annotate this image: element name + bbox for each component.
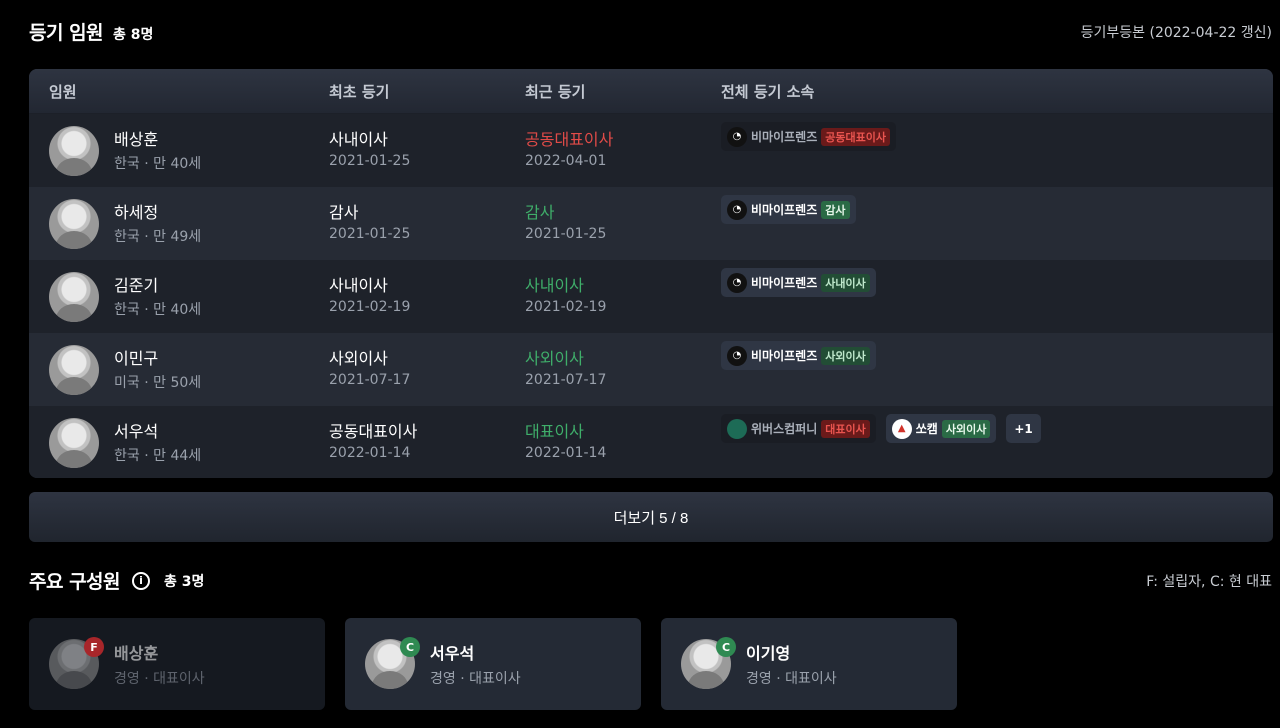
- role-tag: 대표이사: [821, 419, 870, 438]
- officers-count: 총 8명: [113, 27, 154, 43]
- avatar: [49, 418, 99, 468]
- table-row[interactable]: 김준기 한국 · 만 40세 사내이사 2021-02-19 사내이사 2021…: [29, 260, 1273, 333]
- avatar: [49, 345, 99, 395]
- recent-date: 2021-02-19: [525, 299, 607, 315]
- officers-title: 등기 임원: [29, 22, 104, 44]
- first-date: 2021-01-25: [329, 226, 411, 242]
- recent-date: 2022-04-01: [525, 153, 607, 169]
- member-card[interactable]: F 배상훈 경영 · 대표이사: [29, 618, 325, 710]
- first-date: 2021-01-25: [329, 153, 411, 169]
- first-role: 사외이사: [329, 349, 388, 368]
- header-recent-registration: 최근 등기: [525, 83, 586, 101]
- officers-table: 임원 최초 등기 최근 등기 전체 등기 소속 배상훈 한국 · 만 40세 사…: [29, 69, 1273, 478]
- member-role: 경영 · 대표이사: [746, 671, 837, 687]
- member-card[interactable]: C 서우석 경영 · 대표이사: [345, 618, 641, 710]
- first-date: 2022-01-14: [329, 445, 411, 461]
- members-legend: F: 설립자, C: 현 대표: [1146, 574, 1272, 590]
- recent-date: 2021-07-17: [525, 372, 607, 388]
- company-logo-icon: ◔: [727, 272, 747, 293]
- affiliation-chip[interactable]: 위버스컴퍼니 대표이사: [721, 414, 876, 443]
- affiliation-chip[interactable]: ▲ 쏘캠 사외이사: [885, 414, 997, 443]
- avatar: [49, 272, 99, 322]
- more-affiliations-button[interactable]: +1: [1006, 414, 1041, 443]
- ceo-badge: C: [400, 637, 420, 657]
- table-row[interactable]: 배상훈 한국 · 만 40세 사내이사 2021-01-25 공동대표이사 20…: [29, 114, 1273, 187]
- member-name: 배상훈: [114, 644, 159, 663]
- founder-badge: F: [84, 637, 104, 657]
- header-affiliations: 전체 등기 소속: [721, 83, 815, 101]
- members-header: 주요 구성원 i 총 3명: [29, 567, 204, 594]
- company-name: 비마이프렌즈: [751, 276, 818, 290]
- avatar: [49, 199, 99, 249]
- officer-meta: 미국 · 만 50세: [114, 375, 202, 391]
- officer-name[interactable]: 배상훈: [114, 126, 158, 150]
- recent-role: 사외이사: [525, 349, 584, 368]
- table-row[interactable]: 이민구 미국 · 만 50세 사외이사 2021-07-17 사외이사 2021…: [29, 333, 1273, 406]
- first-date: 2021-02-19: [329, 299, 411, 315]
- first-role: 감사: [329, 203, 359, 222]
- recent-role: 공동대표이사: [525, 130, 614, 149]
- table-header: 임원 최초 등기 최근 등기 전체 등기 소속: [29, 69, 1273, 113]
- officer-meta: 한국 · 만 44세: [114, 448, 202, 464]
- members-count: 총 3명: [164, 573, 205, 590]
- officer-name[interactable]: 서우석: [114, 418, 158, 442]
- officer-name[interactable]: 하세정: [114, 199, 158, 223]
- member-card[interactable]: C 이기영 경영 · 대표이사: [661, 618, 957, 710]
- company-logo-icon: ◔: [727, 126, 747, 147]
- role-tag: 사내이사: [821, 273, 870, 292]
- affiliations: ◔ 비마이프렌즈 공동대표이사: [721, 122, 896, 151]
- company-name: 비마이프렌즈: [751, 349, 818, 363]
- show-more-button[interactable]: 더보기 5 / 8: [29, 492, 1273, 542]
- member-name: 서우석: [430, 644, 475, 663]
- affiliations: ◔ 비마이프렌즈 감사: [721, 195, 856, 224]
- role-tag: 사외이사: [821, 346, 870, 365]
- table-row[interactable]: 서우석 한국 · 만 44세 공동대표이사 2022-01-14 대표이사 20…: [29, 406, 1273, 478]
- ceo-badge: C: [716, 637, 736, 657]
- officer-meta: 한국 · 만 40세: [114, 156, 202, 172]
- company-logo-icon: ◔: [727, 345, 747, 366]
- officer-meta: 한국 · 만 40세: [114, 302, 202, 318]
- company-name: 비마이프렌즈: [751, 130, 818, 144]
- role-tag: 사외이사: [941, 419, 991, 438]
- officer-name[interactable]: 이민구: [114, 345, 158, 369]
- info-icon[interactable]: i: [132, 571, 151, 590]
- first-role: 사내이사: [329, 130, 388, 149]
- affiliations: ◔ 비마이프렌즈 사외이사: [721, 341, 876, 370]
- recent-date: 2022-01-14: [525, 445, 607, 461]
- affiliations: ◔ 비마이프렌즈 사내이사: [721, 268, 876, 297]
- avatar: [49, 126, 99, 176]
- affiliation-chip[interactable]: ◔ 비마이프렌즈 사외이사: [721, 341, 876, 370]
- officer-meta: 한국 · 만 49세: [114, 229, 202, 245]
- first-role: 사내이사: [329, 276, 388, 295]
- table-row[interactable]: 하세정 한국 · 만 49세 감사 2021-01-25 감사 2021-01-…: [29, 187, 1273, 260]
- recent-date: 2021-01-25: [525, 226, 607, 242]
- member-name: 이기영: [746, 644, 791, 663]
- affiliation-chip[interactable]: ◔ 비마이프렌즈 사내이사: [721, 268, 876, 297]
- first-date: 2021-07-17: [329, 372, 411, 388]
- affiliation-chip[interactable]: ◔ 비마이프렌즈 공동대표이사: [721, 122, 896, 151]
- registry-source: 등기부등본 (2022-04-22 갱신): [1080, 25, 1272, 41]
- role-tag: 공동대표이사: [821, 127, 890, 146]
- members-title: 주요 구성원: [29, 571, 121, 593]
- company-name: 비마이프렌즈: [751, 203, 818, 217]
- affiliations: 위버스컴퍼니 대표이사 ▲ 쏘캠 사외이사 +1: [721, 414, 1041, 443]
- company-logo-icon: ▲: [891, 418, 912, 439]
- header-officer: 임원: [49, 83, 77, 101]
- officer-name[interactable]: 김준기: [114, 272, 158, 296]
- affiliation-chip[interactable]: ◔ 비마이프렌즈 감사: [721, 195, 856, 224]
- role-tag: 감사: [821, 200, 850, 219]
- member-role: 경영 · 대표이사: [430, 671, 521, 687]
- recent-role: 대표이사: [525, 422, 584, 441]
- recent-role: 사내이사: [525, 276, 584, 295]
- officers-header: 등기 임원 총 8명: [29, 18, 153, 45]
- first-role: 공동대표이사: [329, 422, 418, 441]
- company-logo-icon: ◔: [727, 199, 747, 220]
- recent-role: 감사: [525, 203, 555, 222]
- header-first-registration: 최초 등기: [329, 83, 390, 101]
- company-logo-icon: [727, 418, 747, 439]
- company-name: 위버스컴퍼니: [751, 422, 818, 436]
- company-name: 쏘캠: [915, 422, 938, 436]
- member-role: 경영 · 대표이사: [114, 671, 205, 687]
